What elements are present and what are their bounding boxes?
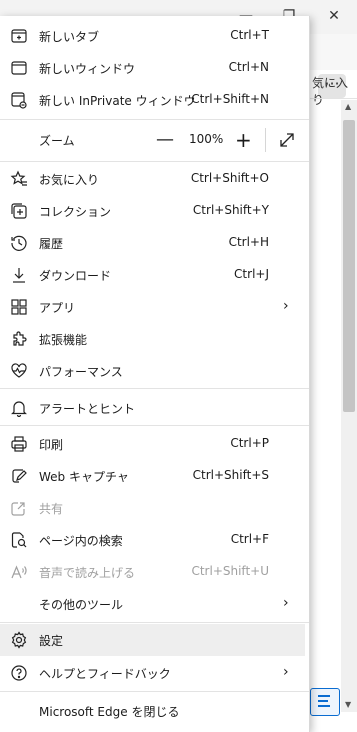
menu-separator (0, 161, 309, 162)
read-aloud-icon (10, 563, 28, 581)
menu-item-shortcut: Ctrl+Shift+N (191, 92, 269, 106)
menu-item-label: ページ内の検索 (39, 534, 123, 548)
help-icon (10, 664, 28, 682)
menu-item-web-capture[interactable]: Web キャプチャ Ctrl+Shift+S (0, 460, 309, 492)
menu-item-favorites[interactable]: お気に入り Ctrl+Shift+O (0, 163, 309, 195)
menu-item-performance[interactable]: パフォーマンス (0, 355, 309, 387)
menu-item-alerts[interactable]: アラートとヒント (0, 392, 309, 424)
menu-item-shortcut: Ctrl+J (234, 267, 269, 281)
menu-item-new-tab[interactable]: 新しいタブ Ctrl+T (0, 20, 309, 52)
menu-item-new-inprivate[interactable]: 新しい InPrivate ウィンドウ Ctrl+Shift+N (0, 84, 309, 116)
find-on-page-icon (10, 531, 28, 549)
menu-item-zoom: ズーム — 100% + (0, 124, 309, 156)
menu-item-close-edge[interactable]: Microsoft Edge を閉じる (0, 695, 309, 727)
menu-item-label: 印刷 (39, 438, 64, 452)
menu-item-shortcut: Ctrl+T (230, 28, 269, 42)
history-icon (10, 234, 28, 252)
fullscreen-icon[interactable] (278, 131, 296, 149)
performance-heart-icon (10, 362, 28, 380)
menu-item-more-tools[interactable]: その他のツール › (0, 588, 309, 620)
menu-item-shortcut: Ctrl+P (230, 436, 269, 450)
zoom-divider (265, 128, 266, 152)
favorites-icon (10, 170, 28, 188)
menu-item-shortcut: Ctrl+Shift+Y (192, 203, 269, 217)
menu-item-label: 新しい InPrivate ウィンドウ (39, 94, 196, 108)
menu-item-settings[interactable]: 設定 (0, 624, 305, 656)
menu-item-label: Microsoft Edge を閉じる (39, 705, 180, 719)
menu-item-print[interactable]: 印刷 Ctrl+P (0, 428, 309, 460)
sidebar-list-button[interactable] (310, 688, 340, 716)
apps-icon (10, 298, 28, 316)
menu-item-shortcut: Ctrl+Shift+U (191, 564, 269, 578)
zoom-in-button[interactable]: + (235, 128, 252, 152)
menu-item-read-aloud: 音声で読み上げる Ctrl+Shift+U (0, 556, 309, 588)
menu-item-shortcut: Ctrl+Shift+O (190, 171, 269, 185)
chevron-right-icon: › (283, 595, 289, 611)
menu-item-new-window[interactable]: 新しいウィンドウ Ctrl+N (0, 52, 309, 84)
list-line (318, 700, 328, 702)
menu-item-shortcut: Ctrl+F (230, 532, 269, 546)
menu-item-label: Web キャプチャ (39, 470, 129, 484)
menu-item-shortcut: Ctrl+H (228, 235, 269, 249)
scroll-down-arrow-icon[interactable]: ▼ (345, 700, 351, 709)
menu-item-label: コレクション (39, 205, 112, 219)
menu-separator (0, 691, 309, 692)
favorites-bar-divider (308, 98, 357, 99)
menu-separator (0, 425, 309, 426)
menu-item-label: アプリ (39, 301, 76, 315)
print-icon (10, 435, 28, 453)
menu-item-shortcut: Ctrl+N (228, 60, 269, 74)
menu-item-label: 拡張機能 (39, 333, 88, 347)
chevron-right-icon: › (283, 664, 289, 680)
menu-item-label: 設定 (39, 634, 64, 648)
menu-separator (0, 622, 309, 623)
list-line (318, 695, 330, 697)
menu-item-label: 履歴 (39, 237, 64, 251)
gear-icon (10, 631, 28, 649)
extensions-icon (10, 330, 28, 348)
menu-item-history[interactable]: 履歴 Ctrl+H (0, 227, 309, 259)
menu-item-label: パフォーマンス (39, 365, 123, 379)
menu-separator (0, 119, 309, 120)
scrollbar-thumb[interactable] (343, 120, 355, 412)
menu-item-label: 新しいタブ (39, 30, 100, 44)
inprivate-icon (10, 91, 28, 109)
close-icon[interactable]: ✕ (324, 6, 344, 26)
menu-item-label: その他のツール (39, 598, 124, 612)
settings-and-more-menu: 新しいタブ Ctrl+T 新しいウィンドウ Ctrl+N 新しい InPriva… (0, 16, 310, 732)
chevron-right-icon: › (283, 298, 289, 314)
new-window-icon (10, 59, 28, 77)
menu-item-apps[interactable]: アプリ › (0, 291, 309, 323)
zoom-label: ズーム (39, 134, 75, 148)
scroll-up-arrow-icon[interactable]: ▲ (345, 102, 351, 111)
menu-item-label: 新しいウィンドウ (39, 62, 136, 76)
menu-item-shortcut: Ctrl+Shift+S (192, 468, 269, 482)
menu-item-label: アラートとヒント (39, 402, 136, 416)
menu-item-downloads[interactable]: ダウンロード Ctrl+J (0, 259, 309, 291)
menu-item-label: お気に入り (39, 173, 100, 187)
share-icon (10, 499, 28, 517)
zoom-out-button[interactable]: — (156, 129, 174, 150)
list-line (318, 705, 330, 707)
web-capture-icon (10, 467, 28, 485)
bell-icon (10, 399, 28, 417)
menu-item-label: 音声で読み上げる (39, 566, 136, 580)
zoom-value: 100% (189, 132, 224, 146)
menu-item-label: 共有 (39, 502, 64, 516)
menu-separator (0, 388, 309, 389)
new-tab-icon (10, 27, 28, 45)
menu-item-label: ヘルプとフィードバック (39, 667, 171, 681)
menu-item-label: ダウンロード (39, 269, 112, 283)
menu-item-help[interactable]: ヘルプとフィードバック › (0, 657, 309, 689)
menu-item-find[interactable]: ページ内の検索 Ctrl+F (0, 524, 309, 556)
collections-icon (10, 202, 28, 220)
menu-item-collections[interactable]: コレクション Ctrl+Shift+Y (0, 195, 309, 227)
menu-item-share: 共有 (0, 492, 309, 524)
menu-item-extensions[interactable]: 拡張機能 (0, 323, 309, 355)
download-icon (10, 266, 28, 284)
